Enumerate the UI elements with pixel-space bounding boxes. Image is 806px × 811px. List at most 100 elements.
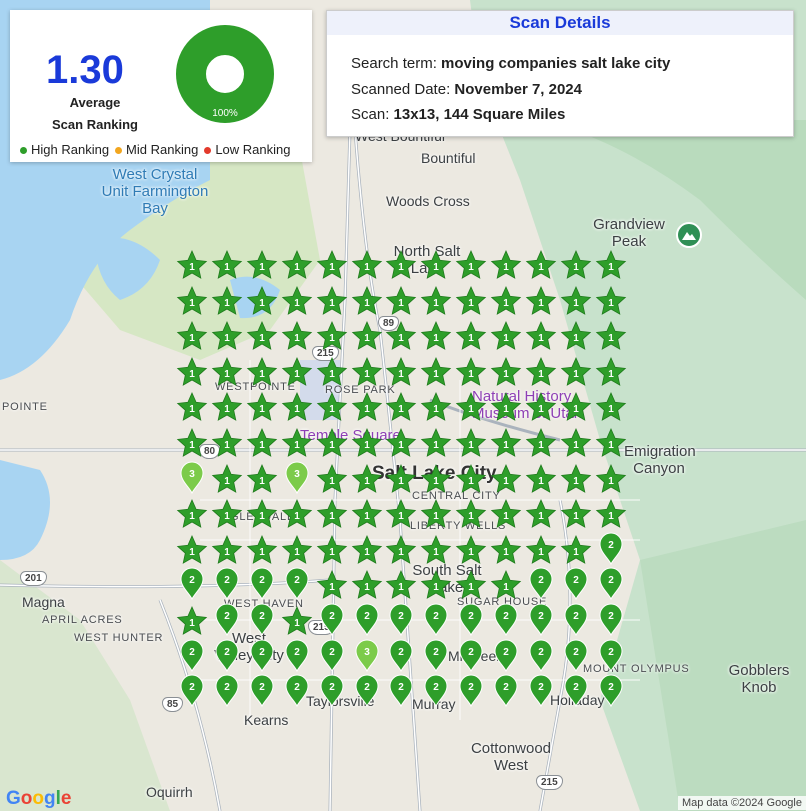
rank-star-marker[interactable]: 1 [386,250,417,284]
rank-star-marker[interactable]: 1 [281,285,312,320]
rank-pin-marker[interactable]: 3 [282,461,312,495]
rank-pin-marker[interactable]: 2 [596,639,626,673]
rank-pin-marker[interactable]: 2 [456,674,486,708]
rank-star-marker[interactable]: 1 [176,356,208,391]
rank-star-marker[interactable]: 1 [560,285,592,320]
rank-star-marker[interactable]: 1 [211,428,243,462]
rank-star-marker[interactable]: 1 [386,499,417,533]
rank-pin-marker[interactable]: 2 [317,674,347,708]
rank-star-marker[interactable]: 1 [455,570,487,604]
rank-star-marker[interactable]: 1 [211,321,243,355]
rank-star-marker[interactable]: 1 [560,499,592,533]
rank-star-marker[interactable]: 1 [316,534,347,569]
rank-pin-marker[interactable]: 2 [177,639,207,673]
rank-star-marker[interactable]: 1 [246,250,278,284]
rank-pin-marker[interactable]: 2 [282,674,312,708]
rank-star-marker[interactable]: 1 [490,392,522,426]
rank-star-marker[interactable]: 1 [176,392,208,426]
rank-pin-marker[interactable]: 2 [386,603,416,637]
rank-star-marker[interactable]: 1 [316,321,347,355]
rank-star-marker[interactable]: 1 [525,463,557,498]
rank-star-marker[interactable]: 1 [386,534,417,569]
rank-star-marker[interactable]: 1 [455,463,487,498]
rank-star-marker[interactable]: 1 [281,250,312,284]
rank-star-marker[interactable]: 1 [386,321,417,355]
rank-star-marker[interactable]: 1 [316,285,347,320]
rank-star-marker[interactable]: 1 [176,534,208,569]
rank-pin-marker[interactable]: 2 [596,532,626,566]
rank-star-marker[interactable]: 1 [351,285,382,320]
rank-star-marker[interactable]: 1 [455,534,487,569]
rank-pin-marker[interactable]: 2 [526,674,556,708]
rank-star-marker[interactable]: 1 [595,428,627,462]
rank-star-marker[interactable]: 1 [525,499,557,533]
rank-star-marker[interactable]: 1 [351,250,382,284]
rank-star-marker[interactable]: 1 [560,463,592,498]
rank-star-marker[interactable]: 1 [386,570,417,604]
rank-star-marker[interactable]: 1 [595,499,627,533]
rank-star-marker[interactable]: 1 [595,321,627,355]
rank-star-marker[interactable]: 1 [421,285,452,320]
rank-star-marker[interactable]: 1 [490,499,522,533]
rank-star-marker[interactable]: 1 [351,321,382,355]
rank-star-marker[interactable]: 1 [421,499,452,533]
rank-pin-marker[interactable]: 2 [386,674,416,708]
rank-star-marker[interactable]: 1 [211,463,243,498]
rank-pin-marker[interactable]: 2 [526,639,556,673]
rank-star-marker[interactable]: 1 [316,428,347,462]
rank-pin-marker[interactable]: 2 [247,639,277,673]
rank-star-marker[interactable]: 1 [525,250,557,284]
rank-pin-marker[interactable]: 2 [177,567,207,601]
rank-star-marker[interactable]: 1 [455,392,487,426]
rank-star-marker[interactable]: 1 [595,392,627,426]
rank-star-marker[interactable]: 1 [211,499,243,533]
rank-pin-marker[interactable]: 2 [456,603,486,637]
rank-star-marker[interactable]: 1 [525,428,557,462]
rank-star-marker[interactable]: 1 [490,285,522,320]
rank-star-marker[interactable]: 1 [316,570,347,604]
rank-star-marker[interactable]: 1 [525,321,557,355]
rank-star-marker[interactable]: 1 [560,392,592,426]
rank-star-marker[interactable]: 1 [490,250,522,284]
rank-pin-marker[interactable]: 2 [491,603,521,637]
rank-star-marker[interactable]: 1 [351,428,382,462]
rank-star-marker[interactable]: 1 [455,499,487,533]
rank-pin-marker[interactable]: 2 [386,639,416,673]
rank-star-marker[interactable]: 1 [211,356,243,391]
rank-star-marker[interactable]: 1 [421,570,452,604]
rank-star-marker[interactable]: 1 [455,356,487,391]
rank-star-marker[interactable]: 1 [211,392,243,426]
rank-star-marker[interactable]: 1 [281,499,312,533]
rank-star-marker[interactable]: 1 [560,534,592,569]
rank-pin-marker[interactable]: 2 [352,603,382,637]
rank-star-marker[interactable]: 1 [351,356,382,391]
rank-star-marker[interactable]: 1 [246,463,278,498]
rank-star-marker[interactable]: 1 [595,285,627,320]
rank-star-marker[interactable]: 1 [560,250,592,284]
rank-star-marker[interactable]: 1 [490,534,522,569]
rank-star-marker[interactable]: 1 [246,392,278,426]
rank-pin-marker[interactable]: 2 [421,603,451,637]
rank-pin-marker[interactable]: 2 [247,674,277,708]
rank-star-marker[interactable]: 1 [560,321,592,355]
rank-star-marker[interactable]: 1 [455,321,487,355]
rank-star-marker[interactable]: 1 [246,428,278,462]
rank-star-marker[interactable]: 1 [560,428,592,462]
rank-pin-marker[interactable]: 2 [282,567,312,601]
rank-pin-marker[interactable]: 2 [282,639,312,673]
rank-star-marker[interactable]: 1 [490,463,522,498]
rank-star-marker[interactable]: 1 [421,392,452,426]
rank-star-marker[interactable]: 1 [386,356,417,391]
rank-pin-marker[interactable]: 2 [247,567,277,601]
rank-pin-marker[interactable]: 2 [561,567,591,601]
rank-pin-marker[interactable]: 3 [352,639,382,673]
rank-pin-marker[interactable]: 2 [596,567,626,601]
rank-star-marker[interactable]: 1 [421,250,452,284]
rank-star-marker[interactable]: 1 [386,463,417,498]
rank-star-marker[interactable]: 1 [560,356,592,391]
rank-pin-marker[interactable]: 2 [317,639,347,673]
rank-star-marker[interactable]: 1 [525,392,557,426]
rank-star-marker[interactable]: 1 [386,285,417,320]
rank-pin-marker[interactable]: 2 [456,639,486,673]
rank-star-marker[interactable]: 1 [281,356,312,391]
